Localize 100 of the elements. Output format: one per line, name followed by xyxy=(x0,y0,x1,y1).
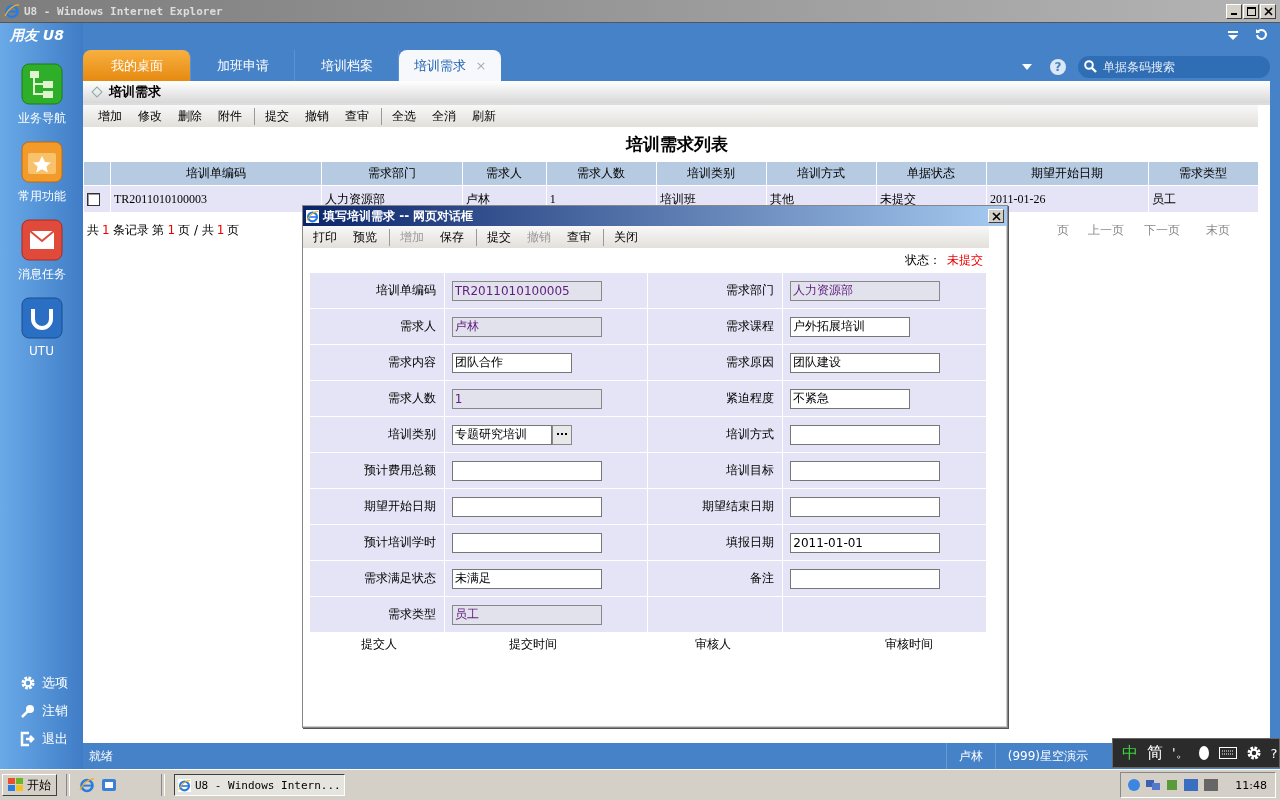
browser-icon xyxy=(178,778,191,792)
input-field[interactable] xyxy=(790,496,941,517)
toolbar-button[interactable]: 打印 xyxy=(305,228,345,246)
maximize-icon xyxy=(1246,6,1256,16)
input-field[interactable] xyxy=(451,496,602,517)
ime-mode[interactable]: 中 xyxy=(1122,742,1138,764)
footer-label: 审核人 xyxy=(695,636,732,653)
column-header[interactable]: 期望开始日期 xyxy=(986,161,1149,186)
field-label: 需求人数 xyxy=(309,380,445,417)
input-field[interactable]: 卢林 xyxy=(451,316,602,337)
toolbar-button[interactable]: 刷新 xyxy=(464,107,504,125)
column-header[interactable]: 需求类型 xyxy=(1148,161,1259,186)
toolbar-button[interactable]: 增加 xyxy=(90,107,130,125)
window-title: U8 - Windows Internet Explorer xyxy=(24,4,224,18)
input-field[interactable] xyxy=(790,568,941,589)
input-field[interactable]: 专题研究培训 xyxy=(451,424,552,445)
toolbar-button[interactable]: 保存 xyxy=(432,228,472,246)
moon-icon[interactable] xyxy=(1197,745,1210,761)
exit-icon xyxy=(20,731,36,747)
tray-icon[interactable] xyxy=(1203,778,1220,792)
input-field[interactable] xyxy=(451,532,602,553)
input-field[interactable] xyxy=(790,460,941,481)
toolbar-button[interactable]: 查审 xyxy=(559,228,599,246)
toolbar-button[interactable]: 关闭 xyxy=(603,228,646,246)
toolbar-button[interactable]: 全选 xyxy=(381,107,424,125)
close-button[interactable] xyxy=(1260,3,1276,19)
tab[interactable]: 培训需求 × xyxy=(399,50,501,81)
input-field[interactable] xyxy=(451,460,602,481)
pager-link[interactable]: 页 xyxy=(1048,222,1078,239)
toolbar-button[interactable]: 删除 xyxy=(170,107,210,125)
sidebar-link[interactable]: 注销 xyxy=(0,697,68,725)
sidebar-link[interactable]: 退出 xyxy=(0,725,68,753)
footer-label: 提交时间 xyxy=(509,636,558,653)
input-field[interactable]: 团队合作 xyxy=(451,352,572,373)
input-field[interactable]: TR2011010100005 xyxy=(451,280,602,301)
tree-icon xyxy=(20,63,63,105)
windows-logo-icon xyxy=(8,778,24,792)
input-field[interactable]: 人力资源部 xyxy=(790,280,941,301)
record-summary-text: 1 xyxy=(216,223,225,237)
column-header[interactable]: 需求人 xyxy=(462,161,547,186)
column-header[interactable]: 培训方式 xyxy=(766,161,877,186)
column-header[interactable]: 需求部门 xyxy=(321,161,463,186)
start-button[interactable]: 开始 xyxy=(2,774,57,796)
taskbar-button[interactable]: U8 - Windows Intern... xyxy=(174,774,345,796)
input-field[interactable]: 2011-01-01 xyxy=(790,532,941,553)
ime-script[interactable]: 简 xyxy=(1147,742,1163,764)
ime-punctuation[interactable]: '。 xyxy=(1172,744,1189,762)
toolbar-button[interactable]: 预览 xyxy=(345,228,385,246)
clock: 11:48 xyxy=(1235,778,1267,792)
toolbar-button[interactable]: 全消 xyxy=(424,107,464,125)
lookup-button[interactable] xyxy=(551,424,572,445)
input-field[interactable]: 员工 xyxy=(451,604,602,625)
field-label: 培训方式 xyxy=(648,416,783,453)
search-input[interactable]: 单据条码搜索 xyxy=(1101,58,1255,75)
toolbar-button[interactable]: 修改 xyxy=(130,107,170,125)
table-cell: 员工 xyxy=(1148,185,1259,213)
envelope-icon xyxy=(20,219,63,261)
settings-icon[interactable] xyxy=(1245,745,1262,761)
key-icon xyxy=(20,703,36,719)
tray-icon[interactable] xyxy=(1165,778,1180,792)
keyboard-icon[interactable] xyxy=(1218,747,1237,759)
close-button[interactable] xyxy=(988,209,1004,223)
footer-label: 审核时间 xyxy=(885,636,934,653)
record-summary-text: 1 xyxy=(102,223,110,237)
sidebar-link[interactable]: 选项 xyxy=(0,669,68,697)
input-field[interactable]: 户外拓展培训 xyxy=(790,316,911,337)
record-summary-text: 页 xyxy=(227,223,240,237)
network-icon[interactable] xyxy=(1145,778,1162,792)
column-header[interactable]: 培训类别 xyxy=(656,161,767,186)
input-field[interactable] xyxy=(790,424,941,445)
toolbar-button[interactable]: 查审 xyxy=(337,107,377,125)
ime-help[interactable]: ? xyxy=(1270,745,1278,761)
input-field[interactable]: 不紧急 xyxy=(790,388,911,409)
refresh-icon[interactable] xyxy=(1255,28,1268,41)
field-label: 需求课程 xyxy=(648,308,783,345)
field-label: 需求人 xyxy=(309,308,445,345)
desktop-icon[interactable] xyxy=(101,777,117,793)
menu-icon[interactable] xyxy=(1227,28,1239,41)
column-header[interactable]: 单据状态 xyxy=(876,161,987,186)
minimize-button[interactable] xyxy=(1226,3,1242,19)
maximize-button[interactable] xyxy=(1243,3,1259,19)
input-field[interactable]: 团队建设 xyxy=(790,352,941,373)
search-field[interactable]: 单据条码搜索 xyxy=(1078,55,1270,78)
column-header[interactable]: 培训单编码 xyxy=(110,161,322,186)
utu-icon xyxy=(20,297,63,339)
toolbar-button[interactable]: 撤销 xyxy=(297,107,337,125)
row-checkbox[interactable] xyxy=(87,193,100,207)
toolbar-button[interactable]: 提交 xyxy=(476,228,519,246)
pager-link[interactable]: 下一页 xyxy=(1134,222,1190,239)
input-field[interactable]: 未满足 xyxy=(451,568,602,589)
pager-link[interactable]: 上一页 xyxy=(1078,222,1134,239)
pager-link[interactable]: 末页 xyxy=(1190,222,1246,239)
tray-icon[interactable] xyxy=(1183,778,1200,792)
caret-icon[interactable] xyxy=(1022,63,1032,70)
field-label: 预计培训学时 xyxy=(309,524,445,561)
toolbar-button[interactable]: 附件 xyxy=(210,107,250,125)
tray-icon[interactable] xyxy=(1127,778,1142,792)
input-field[interactable]: 1 xyxy=(451,388,602,409)
column-header[interactable]: 需求人数 xyxy=(546,161,657,186)
toolbar-button[interactable]: 提交 xyxy=(254,107,297,125)
